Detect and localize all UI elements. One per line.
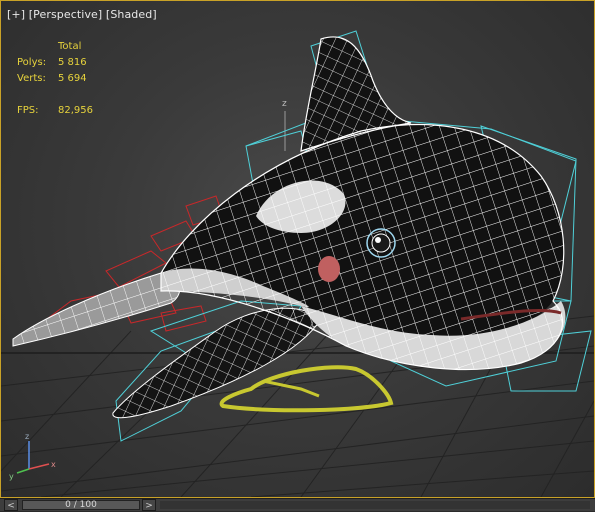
gizmo-z-label: z	[25, 432, 29, 441]
perspective-viewport[interactable]: z z x y [+] [Perspective] [Shaded] Total…	[0, 0, 595, 498]
next-frame-button[interactable]: >	[142, 499, 156, 511]
orca-tongue	[318, 256, 340, 282]
stats-verts-row: Verts: 5 694	[17, 71, 93, 87]
stats-polys-row: Polys: 5 816	[17, 55, 93, 71]
time-slider-thumb[interactable]: 0 / 100	[22, 500, 140, 510]
axis-gizmo: z x y	[9, 432, 56, 481]
orca-model[interactable]	[12, 36, 566, 419]
gizmo-y-label: y	[9, 472, 14, 481]
root-control-arrow	[262, 379, 320, 398]
time-slider-track[interactable]	[160, 501, 590, 509]
viewport-point-of-view-menu[interactable]: [Perspective]	[29, 8, 103, 21]
world-z-axis-label: z	[282, 99, 287, 109]
stats-polys-value: 5 816	[58, 57, 87, 68]
time-slider-bar[interactable]: < 0 / 100 >	[0, 498, 595, 511]
gizmo-x-label: x	[51, 460, 56, 469]
viewport-shading-menu[interactable]: [Shaded]	[106, 8, 157, 21]
stats-fps-row: FPS: 82,956	[17, 103, 93, 119]
stats-header: Total	[58, 41, 82, 52]
previous-frame-button[interactable]: <	[4, 499, 18, 511]
viewport-menu-plus[interactable]: [+]	[7, 8, 25, 21]
stats-fps-label: FPS:	[17, 105, 39, 116]
stats-polys-label: Polys:	[17, 57, 47, 68]
viewport-statistics: Total Polys: 5 816 Verts: 5 694 FPS: 82,…	[17, 39, 93, 119]
stats-verts-label: Verts:	[17, 73, 46, 84]
viewport-label: [+] [Perspective] [Shaded]	[7, 8, 157, 21]
stats-verts-value: 5 694	[58, 73, 87, 84]
stats-fps-value: 82,956	[58, 105, 93, 116]
